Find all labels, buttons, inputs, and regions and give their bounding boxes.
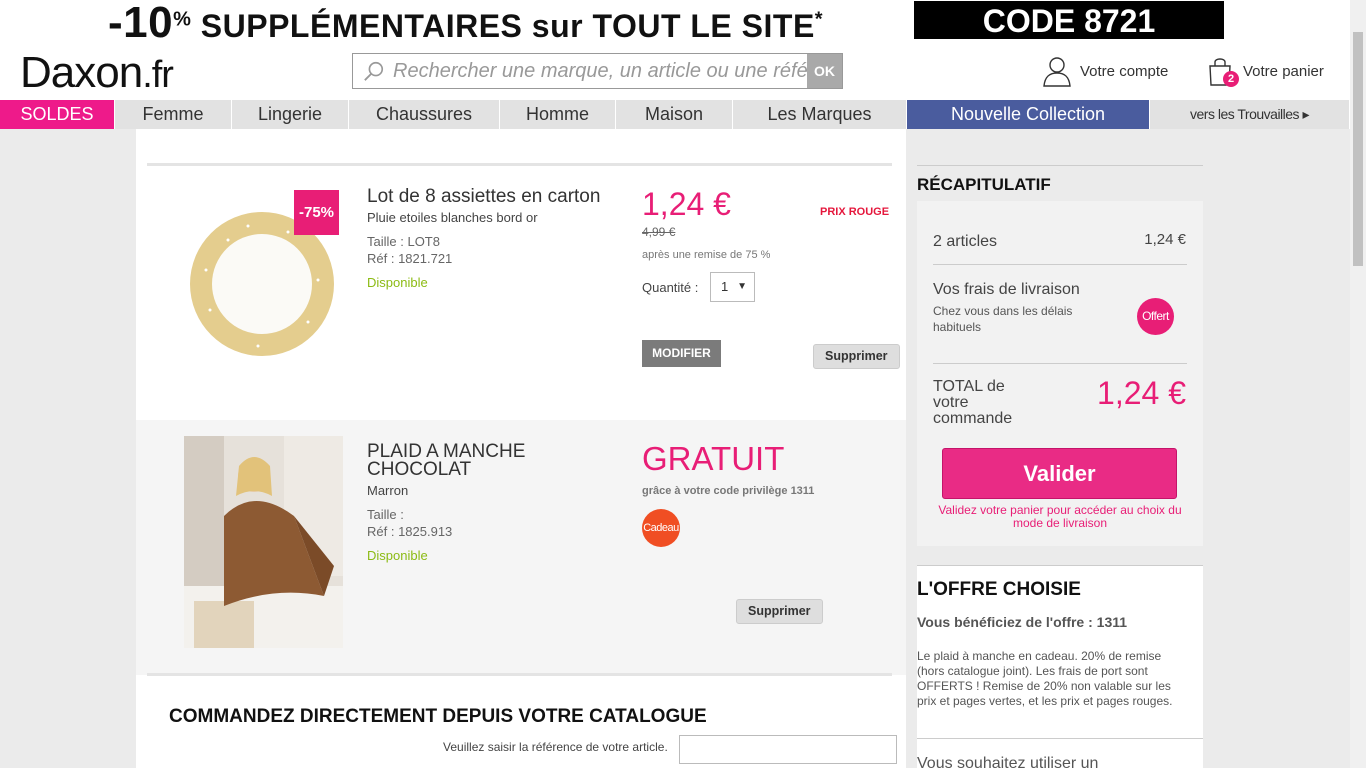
total-value: 1,24 € <box>1097 375 1186 411</box>
discount-badge: -75% <box>294 190 339 235</box>
page-scrollbar[interactable] <box>1350 0 1366 768</box>
nav-item-lingerie[interactable]: Lingerie <box>232 100 349 129</box>
product-title[interactable]: PLAID A MANCHE CHOCOLAT <box>367 442 597 479</box>
shipping-offered-badge: Offert <box>1137 298 1174 335</box>
promo-code-badge: CODE 8721 <box>914 1 1224 39</box>
prix-rouge-label: PRIX ROUGE <box>820 206 890 218</box>
product-availability: Disponible <box>367 275 428 290</box>
divider <box>933 264 1187 265</box>
divider <box>147 673 892 676</box>
divider <box>933 363 1187 364</box>
nav-item-trouvailles[interactable]: vers les Trouvailles ▸ <box>1150 100 1350 129</box>
product-price: 1,24 € <box>642 186 731 222</box>
quantity-label: Quantité : <box>642 280 699 295</box>
shipping-label: Vos frais de livraison <box>933 281 1080 298</box>
product-ref: Réf : 1821.721 <box>367 251 453 266</box>
product-size: Taille : <box>367 507 404 522</box>
divider <box>917 738 1203 739</box>
remove-button[interactable]: Supprimer <box>736 599 823 624</box>
account-link[interactable]: Votre compte <box>1042 55 1168 87</box>
shipping-note: Chez vous dans les délais habituels <box>933 304 1073 334</box>
recap-box: 2 articles 1,24 € Vos frais de livraison… <box>917 201 1203 546</box>
offer-section: L'OFFRE CHOISIE Vous bénéficiez de l'off… <box>917 565 1203 768</box>
cart-item: PLAID A MANCHE CHOCOLAT Marron Taille : … <box>136 420 906 675</box>
product-subtitle: Pluie etoiles blanches bord or <box>367 210 538 225</box>
scrollbar-thumb[interactable] <box>1353 32 1363 266</box>
remove-button[interactable]: Supprimer <box>813 344 900 369</box>
search-icon <box>364 61 384 81</box>
arrow-right-icon: ▸ <box>1302 106 1309 122</box>
nav-trouvailles-label: vers les Trouvailles <box>1190 106 1300 122</box>
offer-description: Le plaid à manche en cadeau. 20% de remi… <box>917 649 1173 708</box>
product-ref: Réf : 1825.913 <box>367 524 453 539</box>
validate-button[interactable]: Valider <box>942 448 1177 499</box>
product-subtitle: Marron <box>367 483 409 498</box>
catalogue-ref-input[interactable] <box>679 735 897 764</box>
catalogue-ref-label: Veuillez saisir la référence de votre ar… <box>443 740 668 754</box>
caret-down-icon: ▼ <box>737 281 747 292</box>
articles-value: 1,24 € <box>1144 231 1186 248</box>
quantity-value: 1 <box>721 279 729 294</box>
cart-link[interactable]: 2 Votre panier <box>1207 55 1324 87</box>
nav-item-les-marques[interactable]: Les Marques <box>733 100 907 129</box>
offer-more-text: Vous souhaitez utiliser un <box>917 755 1099 768</box>
privilege-note: grâce à votre code privilège 1311 <box>642 485 815 497</box>
discount-note: après une remise de 75 % <box>642 249 771 261</box>
account-label: Votre compte <box>1080 62 1169 80</box>
nav-item-femme[interactable]: Femme <box>115 100 232 129</box>
cart-count-badge: 2 <box>1223 71 1239 87</box>
total-label: TOTAL de votre commande <box>933 378 1013 427</box>
user-icon <box>1043 57 1071 87</box>
product-old-price: 4,99 € <box>642 225 676 239</box>
catalogue-title: COMMANDEZ DIRECTEMENT DEPUIS VOTRE CATAL… <box>169 706 707 727</box>
product-image-plaid <box>184 436 343 648</box>
product-price-free: GRATUIT <box>642 440 785 477</box>
nav-item-soldes[interactable]: SOLDES <box>0 100 115 129</box>
cart-label: Votre panier <box>1243 62 1324 80</box>
search-bar: OK <box>352 53 843 89</box>
offer-subtitle: Vous bénéficiez de l'offre : 1311 <box>917 614 1128 630</box>
product-title[interactable]: Lot de 8 assiettes en carton <box>367 187 600 206</box>
nav-item-chaussures[interactable]: Chaussures <box>349 100 500 129</box>
offer-title: L'OFFRE CHOISIE <box>917 579 1081 600</box>
nav-item-nouvelle-collection[interactable]: Nouvelle Collection <box>907 100 1150 129</box>
main-nav: SOLDES Femme Lingerie Chaussures Homme M… <box>0 100 1350 129</box>
validate-note: Validez votre panier pour accéder au cho… <box>938 503 1182 530</box>
gift-badge: Cadeau <box>642 509 680 547</box>
cart-icon-wrap: 2 <box>1207 56 1239 87</box>
articles-label: 2 articles <box>933 233 998 250</box>
quantity-select[interactable]: 1 ▼ <box>710 272 755 302</box>
search-submit-button[interactable]: OK <box>807 54 842 88</box>
nav-item-maison[interactable]: Maison <box>616 100 733 129</box>
product-size: Taille : LOT8 <box>367 234 440 249</box>
modify-button[interactable]: MODIFIER <box>642 340 721 367</box>
site-logo[interactable]: Daxon.fr <box>20 48 174 98</box>
recap-title: RÉCAPITULATIF <box>917 165 1203 195</box>
nav-item-homme[interactable]: Homme <box>500 100 616 129</box>
search-input[interactable] <box>393 54 808 88</box>
cart-item: -75% Lot de 8 assiettes en carton Pluie … <box>136 168 906 418</box>
divider <box>147 163 892 166</box>
product-availability: Disponible <box>367 548 428 563</box>
